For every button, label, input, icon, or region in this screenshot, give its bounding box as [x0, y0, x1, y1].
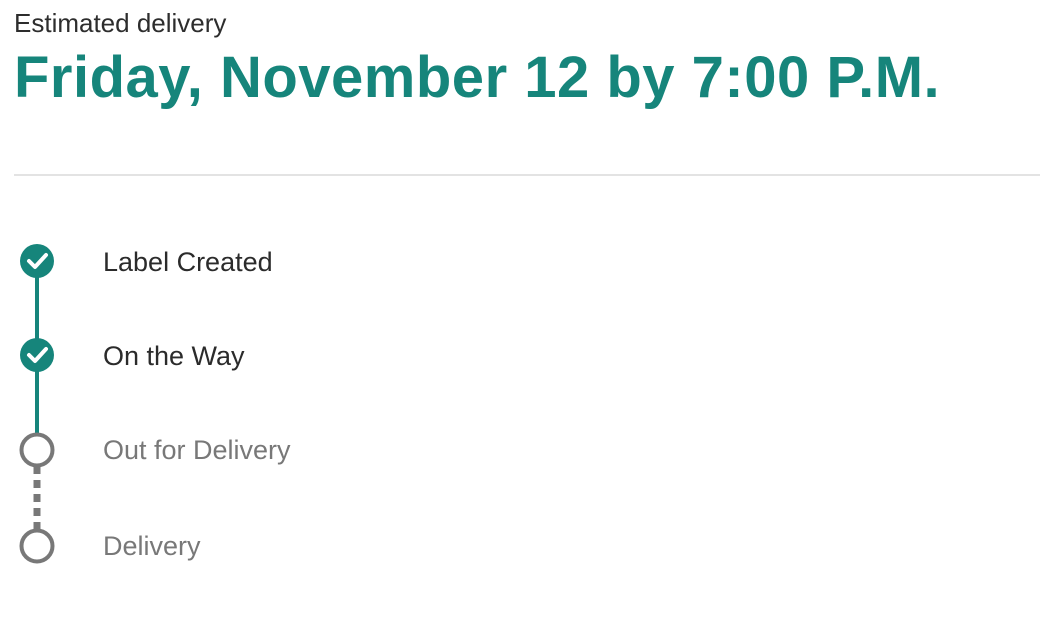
- timeline-track: [19, 244, 55, 564]
- estimated-delivery-date: Friday, November 12 by 7:00 P.M.: [14, 45, 941, 110]
- step-label: Label Created: [103, 247, 273, 277]
- empty-circle-icon: [19, 432, 55, 468]
- divider: [14, 174, 1040, 176]
- empty-circle-icon: [19, 528, 55, 564]
- step-label: Delivery: [103, 531, 201, 561]
- check-circle-icon: [20, 338, 54, 372]
- step-label: On the Way: [103, 341, 245, 371]
- check-circle-icon: [20, 244, 54, 278]
- step-label: Out for Delivery: [103, 435, 291, 465]
